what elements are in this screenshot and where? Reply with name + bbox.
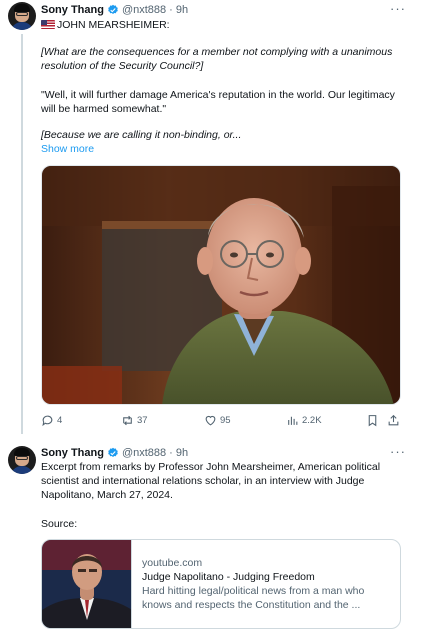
- more-icon[interactable]: ···: [390, 444, 406, 459]
- avatar[interactable]: [8, 2, 36, 30]
- question-text: [What are the consequences for a member …: [41, 46, 393, 72]
- author-name[interactable]: Sony Thang: [41, 4, 104, 16]
- card-thumbnail: [42, 540, 132, 628]
- timestamp[interactable]: 9h: [176, 447, 188, 459]
- separator-dot: ·: [169, 4, 173, 16]
- truncated-text: [Because we are calling it non-binding, …: [41, 129, 242, 141]
- reply-icon: [42, 415, 53, 427]
- share-button[interactable]: [387, 414, 400, 427]
- separator-dot: ·: [169, 447, 173, 459]
- more-icon[interactable]: ···: [390, 1, 406, 16]
- views-count: 2.2K: [302, 415, 322, 426]
- verified-badge-icon: [108, 447, 118, 458]
- card-domain: youtube.com: [142, 557, 203, 569]
- reply-count: 4: [57, 415, 63, 426]
- reply-button[interactable]: 4: [41, 414, 62, 427]
- thread-line: [21, 34, 23, 434]
- views-button[interactable]: 2.2K: [286, 414, 322, 427]
- author-handle[interactable]: @nxt888: [122, 4, 166, 16]
- card-title: Judge Napolitano - Judging Freedom: [142, 571, 315, 583]
- heading-text: JOHN MEARSHEIMER:: [57, 19, 170, 31]
- tweet-photo[interactable]: [41, 165, 401, 405]
- tweet-body: Excerpt from remarks by Professor John M…: [41, 461, 381, 501]
- repost-icon: [123, 415, 132, 426]
- tweet-actions: 4 37 95 2.2K: [41, 414, 401, 432]
- quote-text: "Well, it will further damage America's …: [41, 89, 395, 115]
- author-name[interactable]: Sony Thang: [41, 447, 104, 459]
- tweet-header: Sony Thang @nxt888 · 9h: [41, 447, 188, 459]
- avatar[interactable]: [8, 446, 36, 474]
- share-icon: [388, 414, 399, 426]
- tweet-header: Sony Thang @nxt888 · 9h: [41, 4, 188, 16]
- timestamp[interactable]: 9h: [176, 4, 188, 16]
- card-text: youtube.com Judge Napolitano - Judging F…: [142, 556, 394, 612]
- like-count: 95: [220, 415, 231, 426]
- tweet-heading: JOHN MEARSHEIMER:: [41, 18, 397, 32]
- link-preview-card[interactable]: youtube.com Judge Napolitano - Judging F…: [41, 539, 401, 629]
- bookmark-icon: [368, 415, 377, 427]
- views-icon: [288, 416, 298, 425]
- card-description: Hard hitting legal/political news from a…: [142, 585, 365, 611]
- show-more-link[interactable]: Show more: [41, 143, 94, 155]
- bookmark-button[interactable]: [366, 414, 379, 427]
- like-icon: [205, 415, 216, 426]
- repost-button[interactable]: 37: [121, 414, 148, 427]
- repost-count: 37: [137, 415, 148, 426]
- tweet-1[interactable]: Sony Thang @nxt888 · 9h ··· JOHN MEARSHE…: [0, 0, 428, 440]
- author-handle[interactable]: @nxt888: [122, 447, 166, 459]
- like-button[interactable]: 95: [204, 414, 231, 427]
- us-flag-icon: [41, 20, 55, 29]
- verified-badge-icon: [108, 4, 118, 15]
- source-label: Source:: [41, 518, 78, 530]
- portrait-image: [42, 166, 400, 404]
